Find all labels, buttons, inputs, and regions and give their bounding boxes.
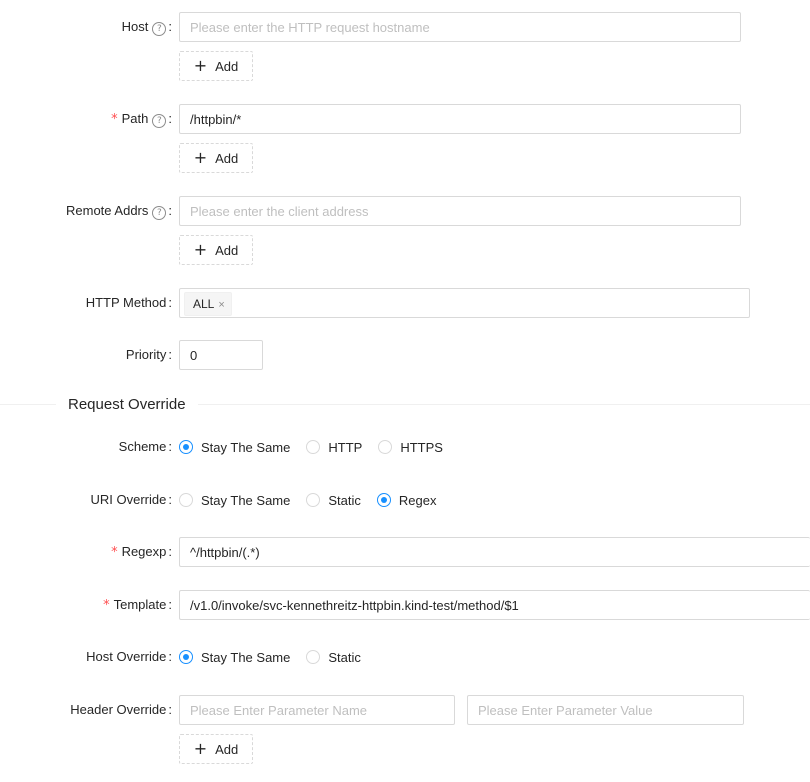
required-mark: * (111, 545, 118, 560)
scheme-option-stay[interactable]: Stay The Same (179, 440, 290, 455)
required-mark: * (103, 598, 110, 613)
header-value-input[interactable] (467, 695, 744, 725)
radio-icon[interactable] (179, 493, 193, 507)
host-input[interactable] (179, 12, 741, 42)
template-input[interactable] (179, 590, 810, 620)
close-icon[interactable]: × (218, 299, 224, 311)
priority-input[interactable] (179, 340, 263, 370)
host-override-option-static[interactable]: Static (306, 650, 361, 665)
path-label: * Path?: (111, 111, 172, 128)
method-tag: ALL × (184, 292, 232, 316)
radio-checked-icon[interactable] (179, 440, 193, 454)
radio-checked-icon[interactable] (179, 650, 193, 664)
question-circle-icon[interactable]: ? (152, 206, 167, 220)
remote-addrs-input[interactable] (179, 196, 741, 226)
host-override-label: Host Override: (86, 649, 172, 664)
section-title: Request Override (56, 393, 198, 417)
radio-icon[interactable] (306, 440, 321, 454)
host-add-button[interactable]: + Add (179, 51, 253, 81)
host-override-option-stay[interactable]: Stay The Same (179, 650, 290, 665)
question-circle-icon[interactable]: ? (152, 114, 167, 128)
plus-icon: + (193, 148, 208, 167)
regexp-input[interactable] (179, 537, 810, 567)
path-add-button[interactable]: + Add (179, 143, 253, 173)
uri-option-static[interactable]: Static (306, 493, 361, 508)
path-input[interactable] (179, 104, 741, 134)
remote-addrs-label: Remote Addrs?: (66, 203, 172, 220)
host-override-radio-group: Stay The Same Static (179, 642, 377, 672)
host-label: Host?: (121, 19, 172, 36)
regexp-label: * Regexp: (111, 544, 172, 560)
http-method-label: HTTP Method: (85, 295, 172, 310)
required-mark: * (111, 112, 118, 127)
route-form: Host?: +Add *Path?: +Add Remote Addrs?: … (0, 0, 810, 782)
radio-icon[interactable] (306, 493, 321, 507)
radio-icon[interactable] (306, 650, 321, 664)
uri-option-stay[interactable]: Stay The Same (179, 493, 290, 508)
priority-label: Priority: (125, 347, 172, 362)
radio-checked-icon[interactable] (376, 493, 391, 507)
question-circle-icon[interactable]: ? (152, 22, 167, 36)
scheme-option-https[interactable]: HTTPS (378, 440, 443, 455)
header-add-button[interactable]: + Add (179, 734, 253, 764)
header-override-label: Header Override: (70, 702, 172, 717)
uri-override-radio-group: Stay The Same Static Regex (179, 485, 452, 515)
plus-icon: + (193, 240, 208, 259)
radio-icon[interactable] (378, 440, 393, 454)
template-label: * Template: (103, 597, 172, 613)
plus-icon: + (193, 56, 208, 75)
remote-addrs-add-button[interactable]: + Add (179, 235, 253, 265)
scheme-radio-group: Stay The Same HTTP HTTPS (179, 432, 459, 462)
header-name-input[interactable] (179, 695, 455, 725)
http-method-select[interactable]: ALL × (179, 288, 750, 318)
uri-override-label: URI Override: (90, 492, 172, 507)
scheme-option-http[interactable]: HTTP (306, 440, 362, 455)
plus-icon: + (193, 739, 208, 758)
uri-option-regex[interactable]: Regex (376, 493, 436, 508)
scheme-label: Scheme: (118, 439, 172, 454)
